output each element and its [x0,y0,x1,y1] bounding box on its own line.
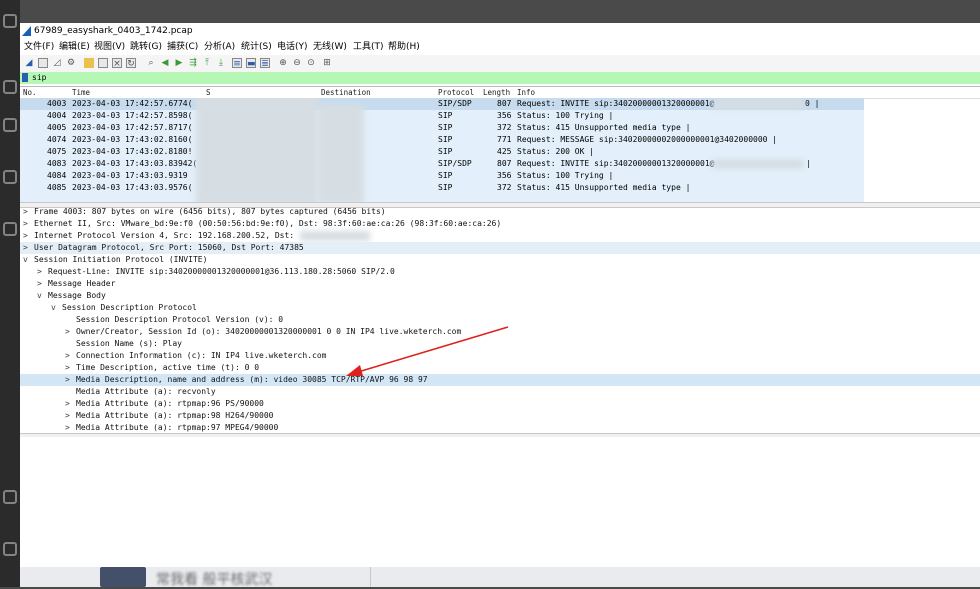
go-to-packet-icon[interactable]: ⇶ [188,58,198,68]
colorize-icon[interactable]: ≣ [260,58,270,69]
column-destination[interactable]: Destination [321,87,371,98]
detail-row[interactable]: v Session Description Protocol [20,302,980,314]
packet-list: 4003 2023-04-03 17:42:57.6774( SIP/SDP 807… [20,98,980,202]
main-toolbar: ◢ ◿ ⚙ × ↻ ⌕ ◀ ▶ ⇶ ⤒ ⤓ ≡ ▬ ≣ ⊕ ⊖ ⊙ ⊞ [20,55,980,72]
desktop-icon[interactable] [3,80,17,94]
window-title: 67989_easyshark_0403_1742.pcap [34,26,193,36]
detail-row[interactable]: > Request-Line: INVITE sip:34020000001320… [20,266,980,278]
menu-tools[interactable]: 工具(T) [353,40,384,55]
desktop-icon[interactable] [3,222,17,236]
packet-row[interactable]: 4005 2023-04-03 17:42:57.8717( SIP 372 Sta… [20,122,864,134]
menu-view[interactable]: 视图(V) [94,40,125,55]
auto-scroll-icon[interactable]: ≡ [232,58,242,69]
colorize-icon[interactable]: ▬ [246,58,256,69]
detail-row[interactable]: > Media Attribute (a): rtpmap:96 PS/90000 [20,398,980,410]
find-packet-icon[interactable]: ⌕ [146,58,156,68]
taskbar-divider [370,567,371,587]
desktop-icon[interactable] [3,542,17,556]
capture-options-icon[interactable]: ⚙ [66,58,76,68]
packet-details: > Frame 4003: 807 bytes on wire (6456 bit… [20,206,980,433]
taskbar-strip: 常我看 般平核武汉 [20,567,980,588]
detail-row[interactable]: > Owner/Creator, Session Id (o): 34020000… [20,326,980,338]
packet-bytes-pane [20,437,980,567]
taskbar-text: 常我看 般平核武汉 [156,572,273,588]
redacted-uri-area [712,159,804,169]
title-bar: 67989_easyshark_0403_1742.pcap [20,23,980,40]
detail-row[interactable]: v Message Body [20,290,980,302]
avatar [100,567,146,587]
save-file-icon[interactable] [98,58,108,68]
packet-row[interactable]: 4004 2023-04-03 17:42:57.8598( SIP 356 Sta… [20,110,864,122]
start-capture-icon[interactable]: ◢ [24,58,34,68]
zoom-in-icon[interactable]: ⊕ [278,58,288,68]
column-length[interactable]: Length [483,87,510,98]
column-time[interactable]: Time [72,87,90,98]
detail-row[interactable]: > Time Description, active time (t): 0 0 [20,362,980,374]
menu-wireless[interactable]: 无线(W) [313,40,347,55]
restart-capture-icon[interactable]: ◿ [52,58,62,68]
last-packet-icon[interactable]: ⤓ [216,58,226,68]
packet-row[interactable]: 4074 2023-04-03 17:43:02.8160( SIP 771 Req… [20,134,864,146]
menu-help[interactable]: 帮助(H) [388,40,420,55]
detail-row-media-description[interactable]: > Media Description, name and address (m)… [20,374,980,386]
desktop-icon[interactable] [3,170,17,184]
detail-row[interactable]: > Media Attribute (a): rtpmap:98 H264/900… [20,410,980,422]
redacted-source-area [196,98,318,202]
column-info[interactable]: Info [517,87,535,98]
detail-row[interactable]: > Connection Information (c): IN IP4 live… [20,350,980,362]
packet-row[interactable]: 4085 2023-04-03 17:43:03.9576( SIP 372 Sta… [20,182,864,194]
redacted-ip [300,231,370,241]
resize-columns-icon[interactable]: ⊞ [322,58,332,68]
detail-row[interactable]: v Session Initiation Protocol (INVITE) [20,254,980,266]
menu-go[interactable]: 跳转(G) [130,40,162,55]
detail-row[interactable]: > Message Header [20,278,980,290]
detail-row[interactable]: > Frame 4003: 807 bytes on wire (6456 bit… [20,206,980,218]
detail-row[interactable]: Media Attribute (a): recvonly [20,386,980,398]
display-filter-input[interactable]: sip [32,72,46,84]
zoom-out-icon[interactable]: ⊖ [292,58,302,68]
packet-row[interactable]: 4084 2023-04-03 17:43:03.9319 SIP 356 Stat… [20,170,864,182]
stop-capture-icon[interactable] [38,58,48,68]
wireshark-logo-icon [22,26,31,36]
detail-row[interactable]: Session Description Protocol Version (v)… [20,314,980,326]
detail-row[interactable]: Session Name (s): Play [20,338,980,350]
menu-capture[interactable]: 捕获(C) [167,40,198,55]
menu-bar: 文件(F) 编辑(E) 视图(V) 跳转(G) 捕获(C) 分析(A) 统计(S… [20,40,980,55]
menu-edit[interactable]: 编辑(E) [59,40,90,55]
desktop-icon[interactable] [3,490,17,504]
column-source[interactable]: S [206,87,211,98]
open-file-icon[interactable] [84,58,94,68]
detail-row[interactable]: > Media Attribute (a): rtpmap:97 MPEG4/90… [20,422,980,433]
desktop-icon[interactable] [3,14,17,28]
packet-row[interactable] [20,194,864,202]
column-no[interactable]: No. [23,87,37,98]
detail-row[interactable]: > Internet Protocol Version 4, Src: 192.1… [20,230,980,242]
packet-row[interactable]: 4075 2023-04-03 17:43:02.8180! SIP 425 Sta… [20,146,864,158]
menu-file[interactable]: 文件(F) [24,40,54,55]
display-filter-bar[interactable]: sip [20,72,980,84]
menu-statistics[interactable]: 统计(S) [241,40,272,55]
desktop-left-edge [0,0,20,587]
detail-row[interactable]: > User Datagram Protocol, Src Port: 15060… [20,242,980,254]
wireshark-window: 67989_easyshark_0403_1742.pcap 文件(F) 编辑(… [20,23,980,567]
bookmark-icon[interactable] [22,73,28,82]
menu-telephony[interactable]: 电话(Y) [277,40,308,55]
first-packet-icon[interactable]: ⤒ [202,58,212,68]
detail-row[interactable]: > Ethernet II, Src: VMware_bd:9e:f0 (00:5… [20,218,980,230]
desktop-icon[interactable] [3,118,17,132]
go-forward-icon[interactable]: ▶ [174,58,184,68]
menu-analyze[interactable]: 分析(A) [204,40,235,55]
normal-size-icon[interactable]: ⊙ [306,58,316,68]
redacted-uri-area [712,99,804,109]
column-protocol[interactable]: Protocol [438,87,474,98]
close-file-icon[interactable]: × [112,58,122,69]
reload-file-icon[interactable]: ↻ [126,58,136,69]
redacted-destination-area [318,104,364,202]
go-back-icon[interactable]: ◀ [160,58,170,68]
